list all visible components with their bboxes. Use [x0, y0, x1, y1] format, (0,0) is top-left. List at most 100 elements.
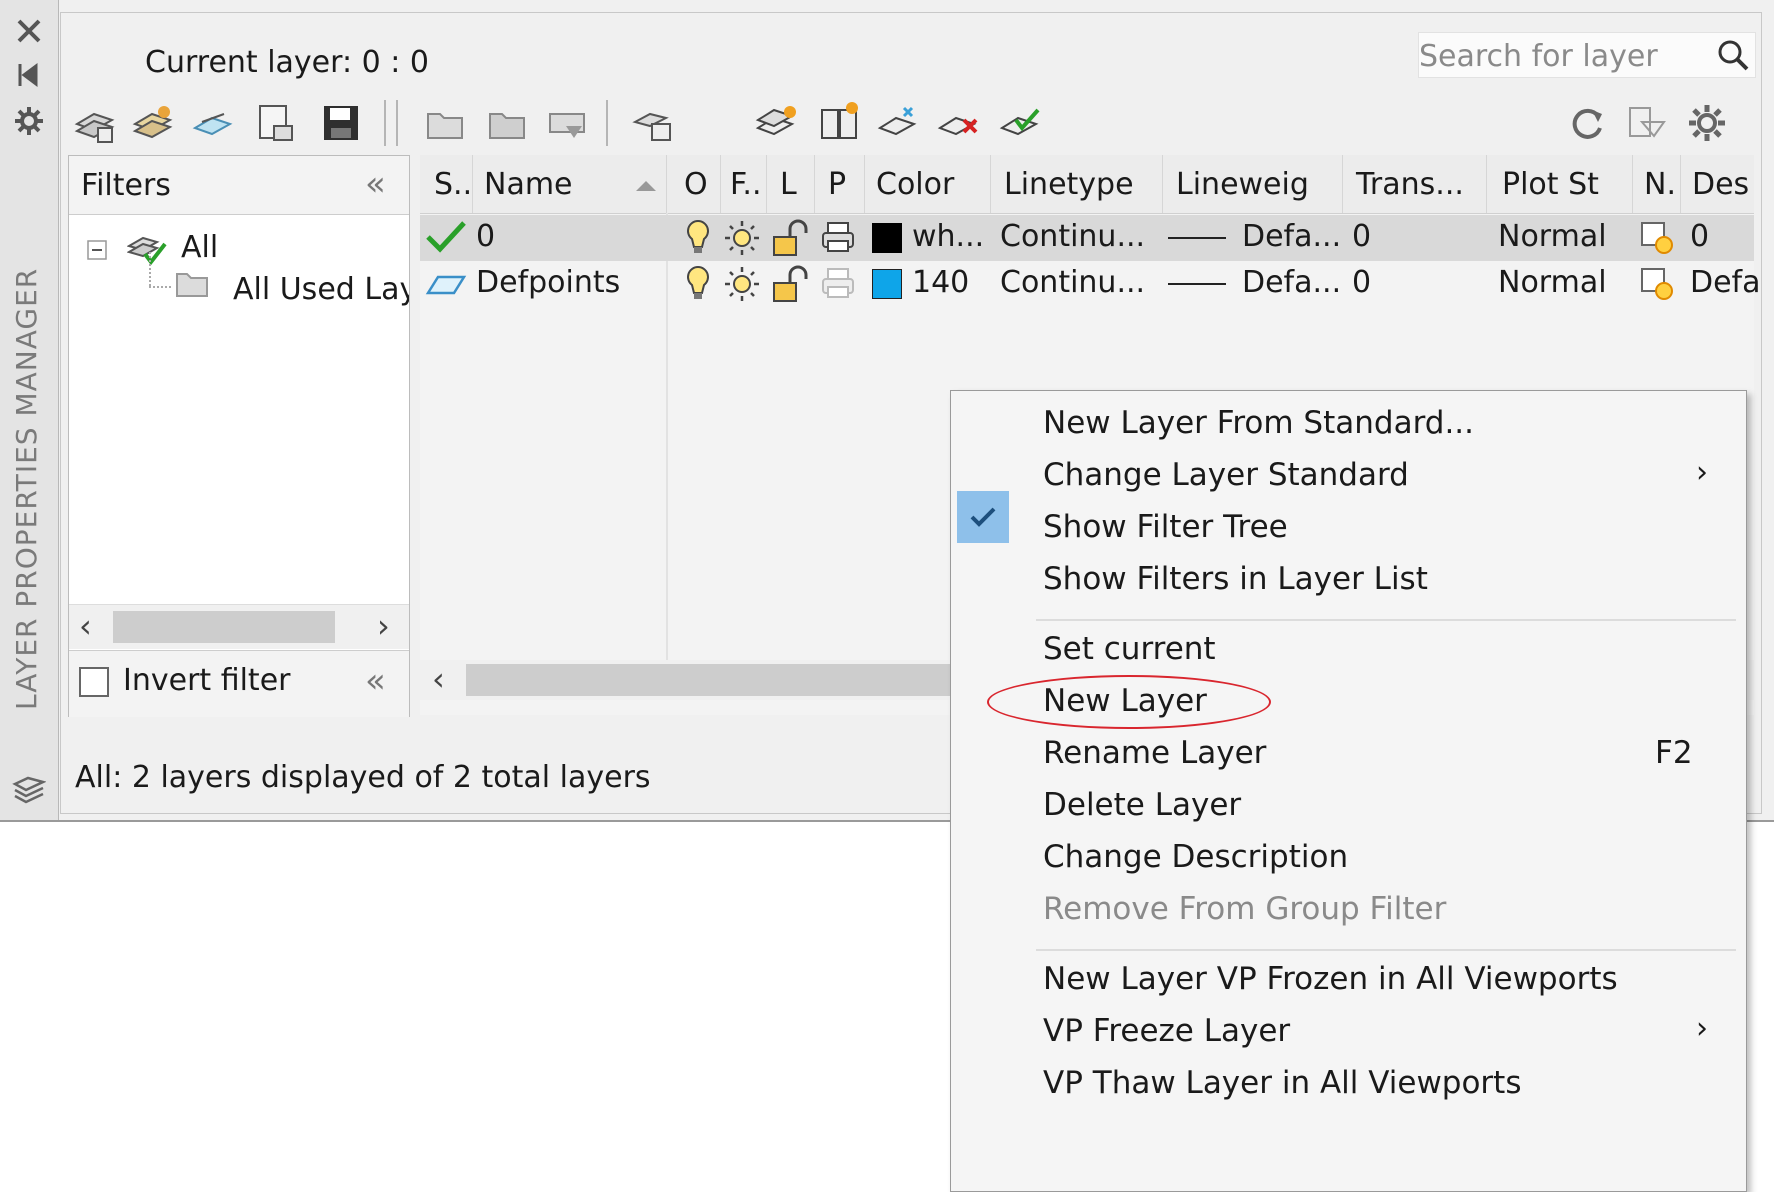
search-input[interactable]: Search for layer — [1418, 32, 1756, 78]
layer-preview-icon[interactable] — [1624, 100, 1670, 146]
submenu-arrow-icon: › — [1696, 1011, 1708, 1046]
new-vp-freeze-icon[interactable] — [1638, 265, 1678, 305]
unlocked-icon[interactable] — [770, 263, 810, 305]
menu-item-delete-layer[interactable]: Delete Layer — [1043, 787, 1241, 823]
column-color[interactable]: Color — [876, 167, 954, 202]
column-freeze[interactable]: F.. — [730, 167, 762, 202]
column-plot[interactable]: P — [828, 167, 846, 202]
layer-color[interactable]: 140 — [912, 265, 969, 300]
column-divider — [1162, 155, 1163, 213]
auto-hide-icon[interactable] — [12, 58, 46, 92]
column-divider — [864, 155, 865, 213]
filter-tree-panel: Filters « All All Used Lay ‹ › Invert fi… — [68, 155, 410, 717]
folder-icon — [173, 266, 211, 300]
tree-collapse-icon[interactable] — [87, 240, 107, 260]
color-swatch[interactable] — [872, 223, 902, 253]
menu-item-new-layer-from-standard[interactable]: New Layer From Standard... — [1043, 405, 1474, 441]
autocad-window: LAYER PROPERTIES MANAGER Current layer: … — [0, 0, 1774, 1192]
collapse-icon[interactable]: « — [365, 661, 386, 701]
layer-linetype[interactable]: Continu... — [1000, 219, 1145, 254]
menu-item-rename-layer[interactable]: Rename Layer — [1043, 735, 1266, 771]
layer-description[interactable]: 0 — [1690, 219, 1709, 254]
column-name[interactable]: Name — [484, 167, 573, 202]
column-status[interactable]: S.. — [434, 167, 472, 202]
collapse-filters-icon[interactable]: « — [365, 164, 386, 204]
layers-stack-icon — [12, 772, 46, 806]
sort-ascending-icon — [634, 179, 658, 193]
column-transparency[interactable]: Trans... — [1356, 167, 1464, 202]
close-icon[interactable] — [12, 14, 46, 48]
layer-settings-icon[interactable] — [630, 100, 676, 146]
scroll-thumb[interactable] — [113, 611, 335, 643]
set-current-icon[interactable] — [998, 100, 1044, 146]
invert-filter-checkbox[interactable] — [79, 667, 109, 697]
invert-filter-row: Invert filter « — [69, 650, 409, 717]
tree-line — [149, 286, 171, 290]
printer-disabled-icon[interactable] — [820, 265, 856, 303]
menu-item-vp-freeze-layer[interactable]: VP Freeze Layer — [1043, 1013, 1290, 1049]
column-lineweight[interactable]: Lineweig — [1176, 167, 1309, 202]
delete-layer-icon[interactable] — [936, 100, 982, 146]
layer-row[interactable]: Defpoints 140 Continu... Defa... 0 Norma… — [420, 261, 1761, 307]
refresh-icon[interactable] — [1564, 100, 1610, 146]
menu-item-change-layer-standard[interactable]: Change Layer Standard — [1043, 457, 1409, 493]
column-plot-style[interactable]: Plot St — [1502, 167, 1599, 202]
layer-transparency[interactable]: 0 — [1352, 265, 1371, 300]
column-divider — [766, 155, 767, 213]
column-divider — [1342, 155, 1343, 213]
printer-icon[interactable] — [820, 219, 856, 257]
lightbulb-on-icon[interactable] — [682, 217, 714, 259]
menu-item-vp-thaw-layer[interactable]: VP Thaw Layer in All Viewports — [1043, 1065, 1522, 1101]
layer-color[interactable]: wh... — [912, 219, 984, 254]
menu-item-show-filter-tree[interactable]: Show Filter Tree — [1043, 509, 1288, 545]
layer-linetype[interactable]: Continu... — [1000, 265, 1145, 300]
layer-states-manager-icon[interactable] — [190, 100, 236, 146]
menu-item-new-layer-vp-frozen[interactable]: New Layer VP Frozen in All Viewports — [1043, 961, 1618, 997]
filters-hscrollbar[interactable]: ‹ › — [69, 604, 409, 649]
scroll-left-icon[interactable]: ‹ — [432, 660, 445, 698]
highlight-ring — [987, 675, 1271, 729]
column-lock[interactable]: L — [780, 167, 797, 202]
layer-description[interactable]: Defa — [1690, 265, 1761, 300]
column-divider — [1632, 155, 1633, 213]
column-description[interactable]: Des — [1692, 167, 1749, 202]
color-swatch[interactable] — [872, 269, 902, 299]
scroll-right-icon[interactable]: › — [377, 607, 390, 645]
new-property-filter-icon[interactable] — [72, 100, 118, 146]
layer-lineweight[interactable]: Defa... — [1242, 219, 1341, 254]
layer-lineweight[interactable]: Defa... — [1242, 265, 1341, 300]
scroll-left-icon[interactable]: ‹ — [79, 607, 92, 645]
column-on[interactable]: O — [684, 167, 708, 202]
scroll-thumb[interactable] — [466, 664, 986, 696]
layer-row[interactable]: 0 wh... Continu... Defa... 0 Normal 0 — [420, 215, 1754, 261]
menu-item-set-current[interactable]: Set current — [1043, 631, 1216, 667]
import-layer-states-icon[interactable] — [252, 100, 298, 146]
menu-item-show-filters-in-layer-list[interactable]: Show Filters in Layer List — [1043, 561, 1428, 597]
column-divider — [472, 155, 473, 213]
toolbar-separator — [606, 100, 608, 146]
folder-icon[interactable] — [422, 100, 468, 146]
lightbulb-on-icon[interactable] — [682, 263, 714, 305]
column-divider — [990, 155, 991, 213]
new-group-filter-icon[interactable] — [130, 100, 176, 146]
menu-item-change-description[interactable]: Change Description — [1043, 839, 1348, 875]
column-linetype[interactable]: Linetype — [1004, 167, 1134, 202]
tree-node-label: All — [181, 230, 219, 265]
layer-transparency[interactable]: 0 — [1352, 219, 1371, 254]
print-preview-icon[interactable] — [544, 100, 590, 146]
unlocked-icon[interactable] — [770, 217, 810, 259]
new-vp-freeze-icon[interactable] — [1638, 219, 1678, 259]
search-icon[interactable] — [1715, 37, 1751, 73]
new-layer-vp-frozen-icon[interactable] — [816, 100, 862, 146]
column-new-vp-freeze[interactable]: N. — [1644, 167, 1676, 202]
sun-thawed-icon[interactable] — [722, 217, 762, 259]
settings-gear-icon[interactable] — [1684, 100, 1730, 146]
folder-open-icon[interactable] — [484, 100, 530, 146]
sun-thawed-icon[interactable] — [722, 263, 762, 305]
submenu-arrow-icon: › — [1696, 455, 1708, 490]
properties-gear-icon[interactable] — [12, 104, 46, 138]
new-layer-vp-icon[interactable] — [876, 100, 922, 146]
new-layer-icon[interactable] — [754, 100, 800, 146]
palette-sidebar: LAYER PROPERTIES MANAGER — [0, 0, 59, 820]
save-icon[interactable] — [318, 100, 364, 146]
